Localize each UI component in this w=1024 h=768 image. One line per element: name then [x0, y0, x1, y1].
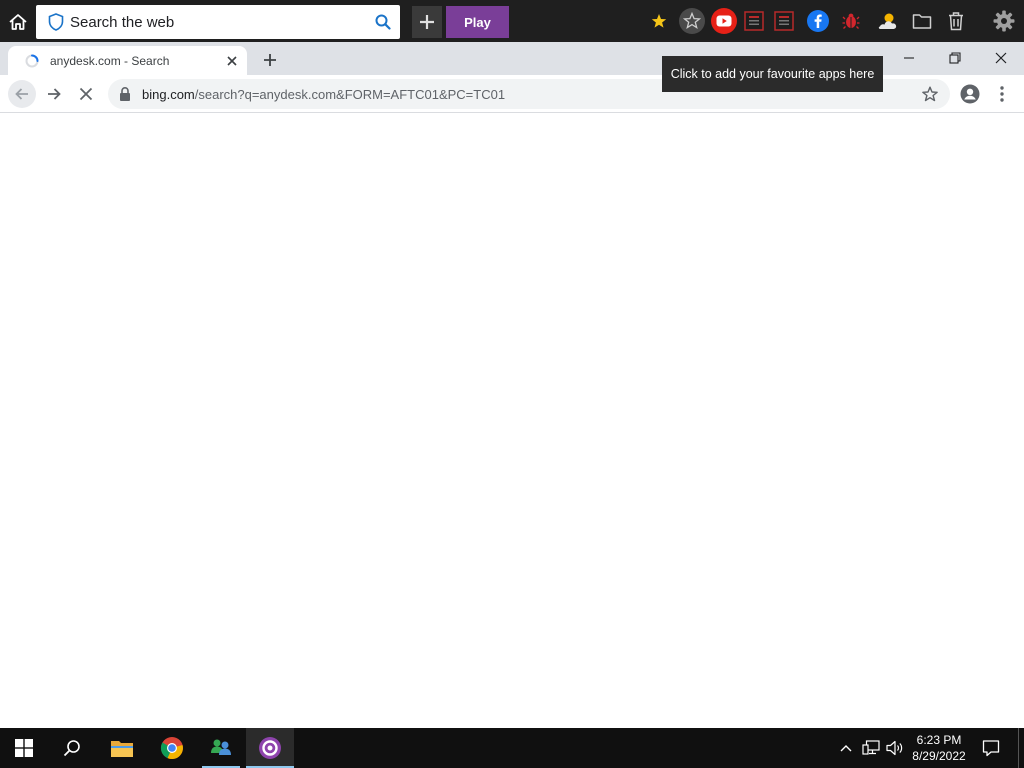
- facebook-icon[interactable]: [806, 9, 830, 33]
- clock-date: 8/29/2022: [912, 749, 966, 763]
- tab-active[interactable]: anydesk.com - Search: [8, 46, 247, 75]
- file-explorer-icon[interactable]: [98, 728, 146, 768]
- close-icon: [995, 52, 1007, 64]
- web-search-box[interactable]: [36, 5, 400, 39]
- close-window-button[interactable]: [988, 46, 1014, 70]
- play-button[interactable]: Play: [446, 6, 509, 38]
- loading-spinner-icon: [25, 54, 39, 67]
- new-tab-button[interactable]: [258, 49, 282, 71]
- volume-icon[interactable]: [884, 728, 906, 768]
- favourites-icon[interactable]: [679, 8, 705, 34]
- app-icon[interactable]: [246, 728, 294, 768]
- chrome-icon[interactable]: [148, 728, 196, 768]
- arrow-left-icon: [15, 88, 28, 100]
- bookmark-star-icon[interactable]: [918, 82, 942, 106]
- network-icon[interactable]: [860, 728, 882, 768]
- bug-icon[interactable]: [840, 10, 862, 32]
- search-icon[interactable]: [366, 5, 400, 39]
- close-icon: [79, 87, 93, 101]
- news-icon[interactable]: [742, 9, 766, 33]
- windows-start-icon[interactable]: [0, 728, 48, 768]
- minimize-button[interactable]: [896, 46, 922, 70]
- tab-close-icon[interactable]: [221, 50, 243, 72]
- show-desktop-button[interactable]: [1018, 728, 1024, 768]
- shield-icon: [42, 5, 70, 39]
- web-search-input[interactable]: [70, 7, 366, 37]
- url-host: bing.com: [142, 86, 195, 102]
- minimize-icon: [904, 57, 914, 59]
- system-clock[interactable]: 6:23 PM 8/29/2022: [906, 728, 972, 768]
- notifications-icon[interactable]: [976, 728, 1006, 768]
- forward-button[interactable]: [40, 80, 68, 108]
- folder-icon[interactable]: [910, 9, 934, 33]
- youtube-icon[interactable]: [711, 8, 737, 34]
- taskbar: 6:23 PM 8/29/2022: [0, 728, 1024, 768]
- chevron-up-icon[interactable]: [836, 728, 856, 768]
- lock-icon[interactable]: [118, 86, 132, 102]
- search-icon[interactable]: [48, 728, 96, 768]
- restore-button[interactable]: [942, 46, 968, 70]
- back-button[interactable]: [8, 80, 36, 108]
- arrow-right-icon: [48, 88, 61, 100]
- plus-icon: [264, 54, 276, 66]
- restore-icon: [949, 52, 961, 64]
- plus-icon: [420, 15, 434, 29]
- url-path: /search?q=anydesk.com&FORM=AFTC01&PC=TC0…: [194, 86, 506, 102]
- profile-icon[interactable]: [958, 82, 982, 106]
- favourites-tooltip: Click to add your favourite apps here: [662, 56, 883, 92]
- page-content: [0, 113, 1024, 728]
- trash-icon[interactable]: [944, 9, 968, 33]
- browser-menu-icon[interactable]: [992, 82, 1012, 106]
- tab-title: anydesk.com - Search: [50, 53, 170, 68]
- weather-icon[interactable]: [874, 9, 900, 33]
- news-icon[interactable]: [772, 9, 796, 33]
- launcher-bar: Play: [0, 0, 1024, 42]
- clock-time: 6:23 PM: [916, 733, 962, 747]
- home-icon[interactable]: [4, 8, 32, 36]
- add-app-button[interactable]: [412, 6, 442, 38]
- star-icon[interactable]: [649, 11, 669, 31]
- gear-icon[interactable]: [990, 8, 1018, 34]
- msn-icon[interactable]: [198, 728, 244, 768]
- stop-loading-button[interactable]: [72, 80, 100, 108]
